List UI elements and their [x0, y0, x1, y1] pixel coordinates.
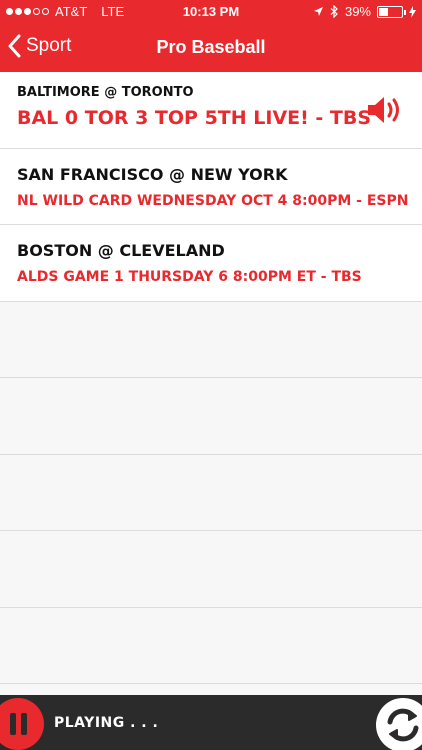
empty-row [0, 378, 422, 455]
battery-percent: 39% [344, 4, 371, 19]
nav-bar: Sport Pro Baseball [0, 24, 422, 72]
bluetooth-icon [330, 5, 338, 18]
games-list: BALTIMORE @ TORONTO BAL 0 TOR 3 TOP 5TH … [0, 72, 422, 684]
speaker-icon[interactable] [366, 94, 406, 126]
game-status: NL WILD CARD WEDNESDAY OCT 4 8:00PM - ES… [17, 192, 409, 209]
battery-icon [377, 5, 406, 18]
location-arrow-icon [313, 7, 323, 16]
game-status: ALDS GAME 1 THURSDAY 6 8:00PM ET - TBS [17, 269, 362, 285]
empty-row [0, 301, 422, 378]
status-right: 39% [313, 4, 416, 19]
charging-bolt-icon [409, 5, 416, 18]
game-status: BAL 0 TOR 3 TOP 5TH LIVE! - TBS [17, 107, 372, 129]
empty-row [0, 607, 422, 684]
game-row[interactable]: SAN FRANCISCO @ NEW YORK NL WILD CARD WE… [0, 148, 422, 225]
refresh-button[interactable] [376, 698, 422, 750]
game-matchup: BOSTON @ CLEVELAND [17, 241, 225, 260]
game-row[interactable]: BALTIMORE @ TORONTO BAL 0 TOR 3 TOP 5TH … [0, 72, 422, 149]
playing-label: PLAYING . . . [54, 715, 159, 731]
pause-button[interactable] [0, 698, 44, 750]
player-bar: PLAYING . . . [0, 695, 422, 750]
refresh-icon [387, 708, 419, 742]
game-matchup: SAN FRANCISCO @ NEW YORK [17, 164, 288, 184]
game-matchup: BALTIMORE @ TORONTO [17, 85, 194, 100]
empty-row [0, 531, 422, 608]
page-title: Pro Baseball [156, 37, 266, 57]
status-bar: AT&T LTE 10:13 PM 39% [0, 0, 422, 24]
empty-row [0, 454, 422, 531]
game-row[interactable]: BOSTON @ CLEVELAND ALDS GAME 1 THURSDAY … [0, 225, 422, 302]
